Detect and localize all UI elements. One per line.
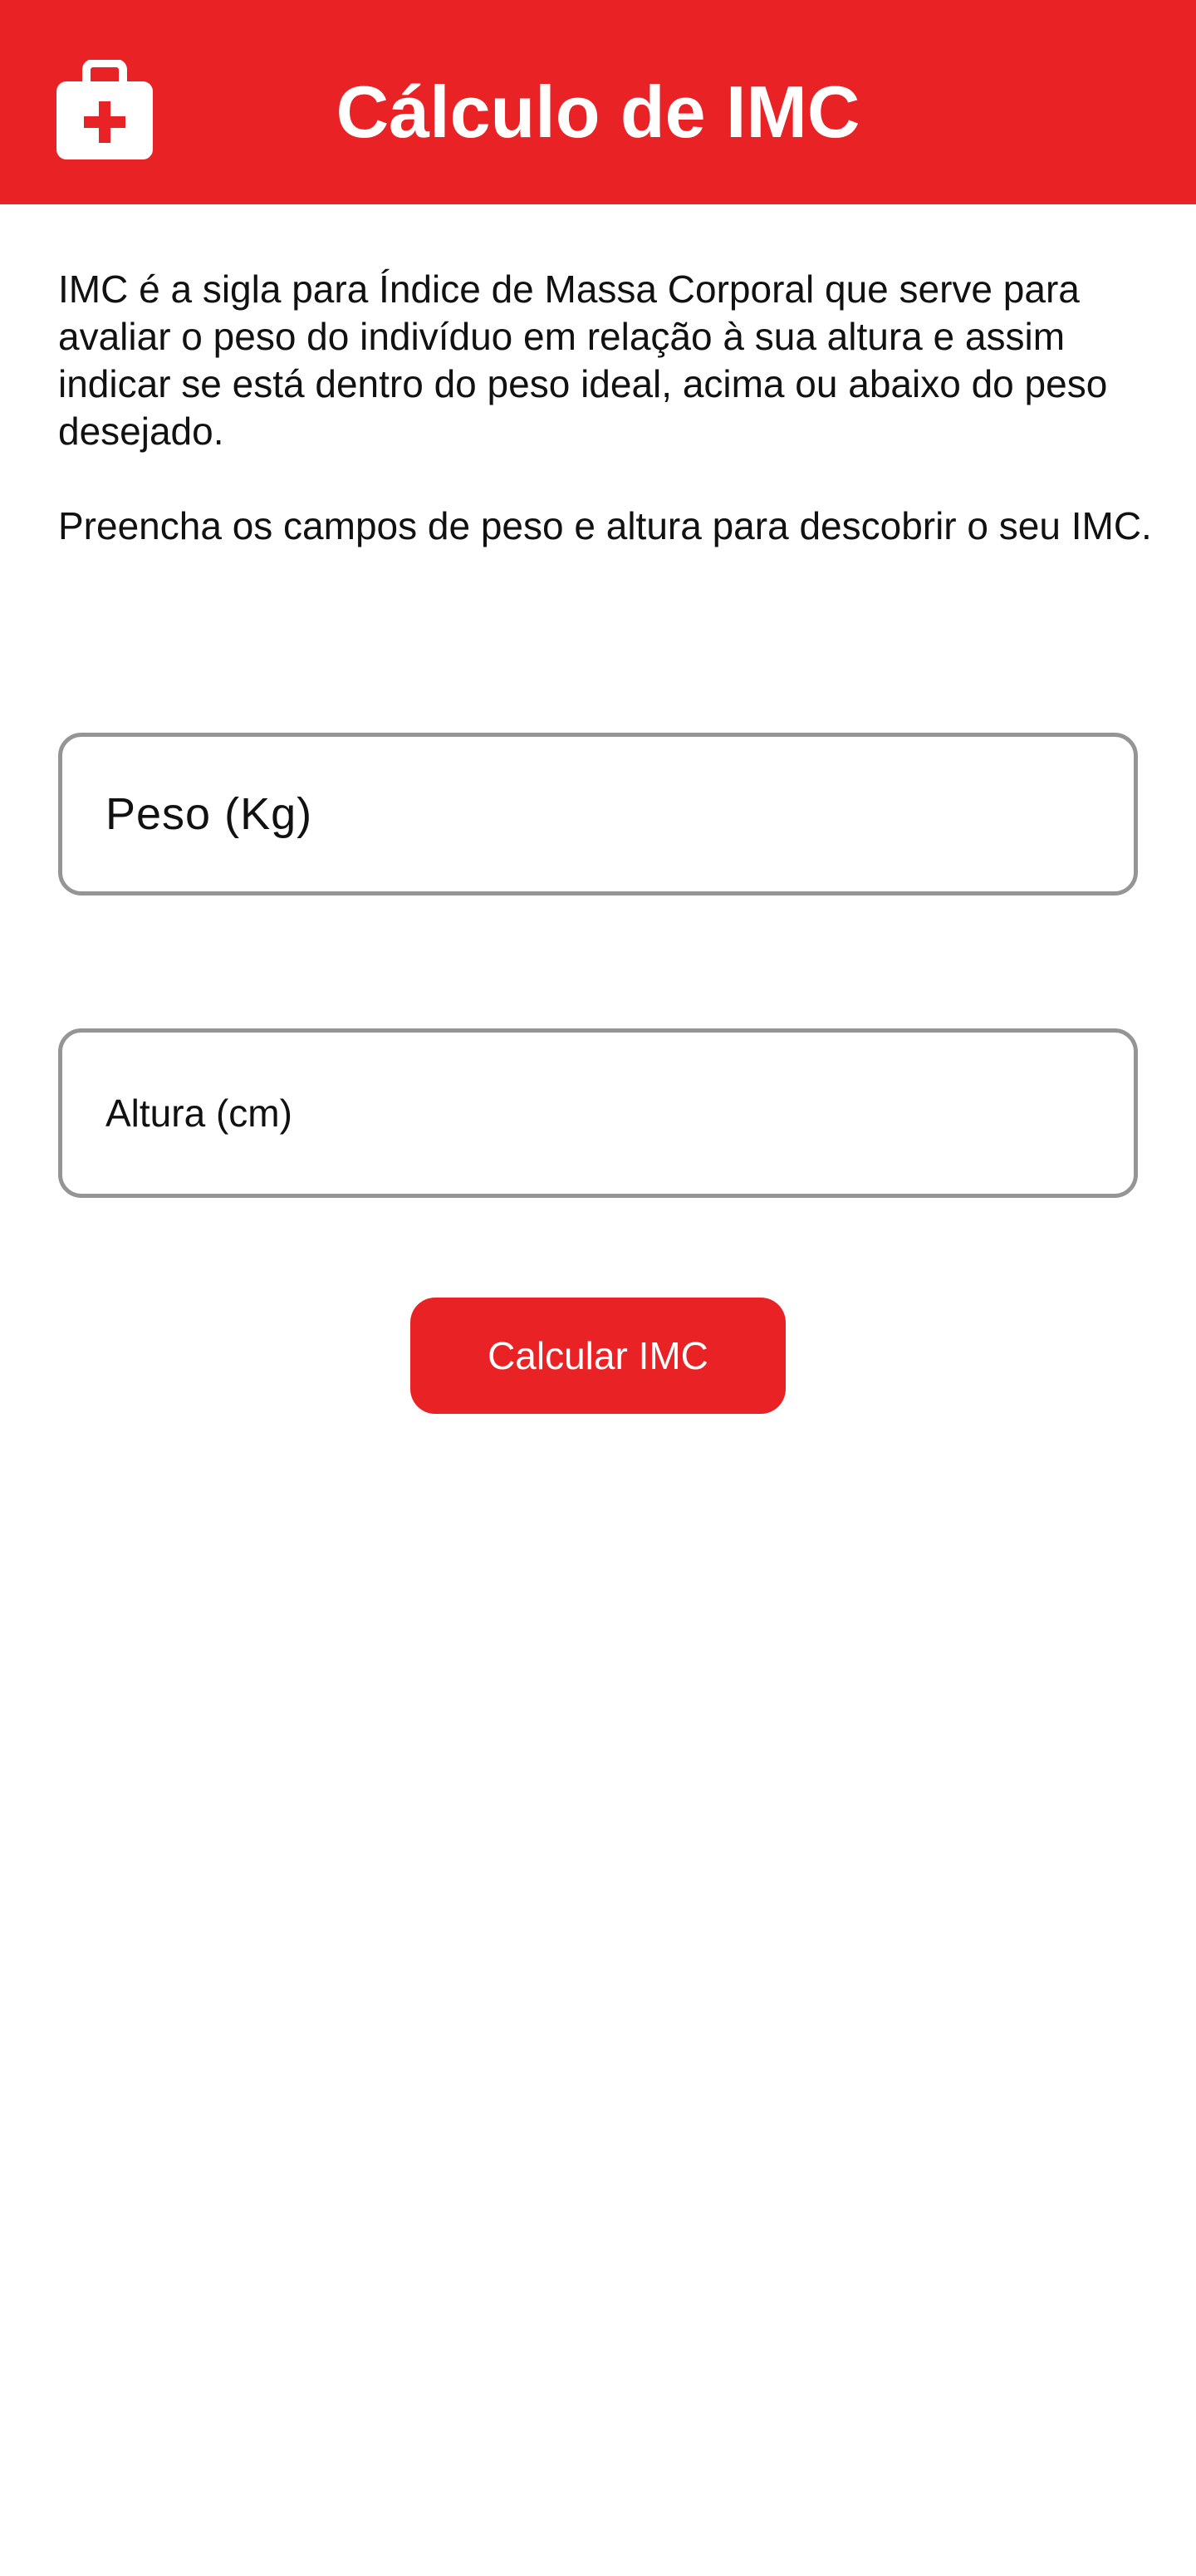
page-title: Cálculo de IMC [336, 71, 860, 153]
description-text: IMC é a sigla para Índice de Massa Corpo… [58, 266, 1154, 550]
weight-input[interactable] [62, 737, 1134, 891]
height-field [58, 1028, 1138, 1198]
app-bar: Cálculo de IMC [0, 0, 1196, 204]
weight-field [58, 733, 1138, 895]
description-paragraph-1: IMC é a sigla para Índice de Massa Corpo… [58, 267, 1108, 453]
height-input[interactable] [62, 1033, 1134, 1194]
description-paragraph-2: Preencha os campos de peso e altura para… [58, 504, 1152, 547]
calculate-imc-button[interactable]: Calcular IMC [410, 1298, 786, 1414]
